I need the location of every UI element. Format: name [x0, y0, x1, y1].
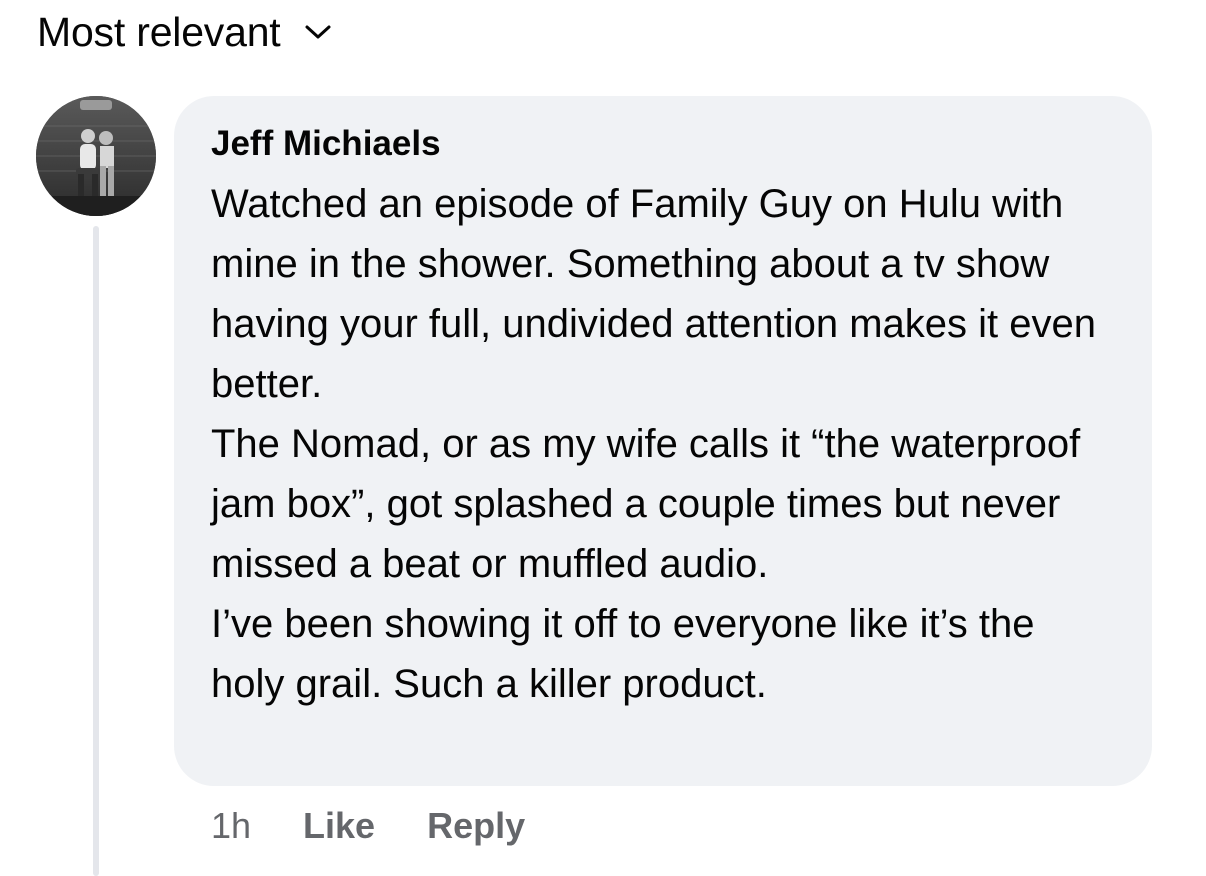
comment-author[interactable]: Jeff Michiaels	[211, 122, 1116, 166]
comment-paragraph: Watched an episode of Family Guy on Hulu…	[211, 182, 1096, 406]
sort-dropdown[interactable]: Most relevant	[37, 4, 333, 60]
comment-timestamp[interactable]: 1h	[211, 805, 251, 847]
comment-paragraph: The Nomad, or as my wife calls it “the w…	[211, 422, 1081, 586]
comment-actions: 1h Like Reply	[211, 800, 577, 852]
like-button[interactable]: Like	[303, 805, 375, 847]
comment-body: Watched an episode of Family Guy on Hulu…	[211, 174, 1116, 714]
thread-line	[93, 226, 99, 876]
comment-paragraph: I’ve been showing it off to everyone lik…	[211, 602, 1035, 706]
avatar[interactable]	[36, 96, 156, 216]
sort-label: Most relevant	[37, 8, 281, 55]
chevron-down-icon	[303, 22, 333, 42]
reply-button[interactable]: Reply	[427, 805, 525, 847]
comment-bubble: Jeff Michiaels Watched an episode of Fam…	[174, 96, 1152, 786]
